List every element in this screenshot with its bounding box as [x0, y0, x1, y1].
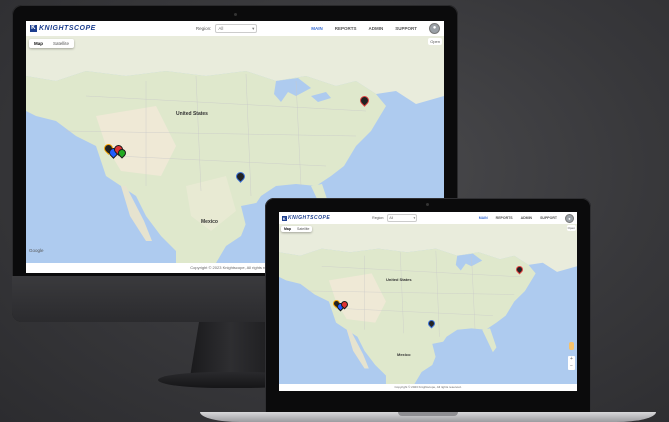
- nav-reports[interactable]: REPORTS: [496, 216, 513, 220]
- map-type-map[interactable]: Map: [281, 226, 294, 232]
- zoom-control[interactable]: + −: [568, 356, 575, 370]
- region-select-value: All: [389, 216, 394, 220]
- map-type-control: Map Satellite: [281, 226, 313, 232]
- map-type-map[interactable]: Map: [29, 39, 48, 48]
- main-nav: MAIN REPORTS ADMIN SUPPORT ●: [479, 213, 574, 223]
- nav-admin[interactable]: ADMIN: [368, 26, 383, 31]
- copyright-footer: Copyright © 2023 Knightscope, All rights…: [279, 384, 577, 391]
- app-header: K KNIGHTSCOPE Region: All ▾ MAIN REPORTS…: [26, 21, 444, 37]
- map-label-united-states: United States: [386, 277, 412, 282]
- map-label-united-states: United States: [176, 111, 208, 117]
- brand-name: KNIGHTSCOPE: [39, 25, 96, 32]
- region-select[interactable]: All ▾: [215, 24, 258, 33]
- region-select-value: All: [218, 26, 224, 31]
- nav-support[interactable]: SUPPORT: [395, 26, 417, 31]
- open-fullscreen-button[interactable]: Open: [428, 38, 442, 45]
- region-label: Region:: [195, 26, 212, 31]
- pegman-icon[interactable]: [569, 342, 574, 350]
- map-label-mexico: Mexico: [397, 352, 411, 357]
- nav-main[interactable]: MAIN: [311, 26, 323, 31]
- map-type-satellite[interactable]: Satellite: [48, 39, 74, 48]
- laptop-display: K KNIGHTSCOPE Region: All ▾ MAIN REPORTS…: [265, 198, 591, 414]
- laptop-camera: [426, 203, 429, 206]
- region-filter: Region: All ▾: [196, 24, 258, 33]
- map-canvas: [279, 224, 577, 384]
- nav-reports[interactable]: REPORTS: [335, 26, 357, 31]
- map-type-control: Map Satellite: [29, 39, 75, 48]
- main-nav: MAIN REPORTS ADMIN SUPPORT ●: [311, 23, 440, 34]
- user-avatar-icon[interactable]: ●: [565, 213, 574, 223]
- chevron-down-icon: ▾: [413, 216, 416, 220]
- region-select[interactable]: All ▾: [387, 214, 418, 222]
- nav-main[interactable]: MAIN: [479, 216, 488, 220]
- chevron-down-icon: ▾: [252, 25, 255, 31]
- region-filter: Region: All ▾: [372, 214, 418, 222]
- brand-logo[interactable]: K KNIGHTSCOPE: [282, 215, 330, 221]
- monitor-camera: [234, 13, 237, 16]
- laptop-screen: K KNIGHTSCOPE Region: All ▾ MAIN REPORTS…: [279, 212, 577, 391]
- region-label: Region:: [372, 216, 385, 220]
- map-google-watermark: Google: [29, 248, 44, 253]
- user-avatar-icon[interactable]: ●: [429, 23, 440, 34]
- open-fullscreen-button[interactable]: Open: [566, 225, 576, 231]
- brand-mark-icon: K: [30, 25, 37, 32]
- brand-name: KNIGHTSCOPE: [288, 215, 331, 221]
- nav-admin[interactable]: ADMIN: [521, 216, 532, 220]
- map-label-mexico: Mexico: [201, 219, 218, 225]
- brand-mark-icon: K: [282, 215, 287, 221]
- fleet-map[interactable]: Map Satellite Open United States Mexico …: [279, 224, 577, 384]
- brand-logo[interactable]: K KNIGHTSCOPE: [30, 25, 96, 32]
- map-type-satellite[interactable]: Satellite: [294, 226, 312, 232]
- nav-support[interactable]: SUPPORT: [540, 216, 557, 220]
- laptop-notch: [398, 412, 458, 416]
